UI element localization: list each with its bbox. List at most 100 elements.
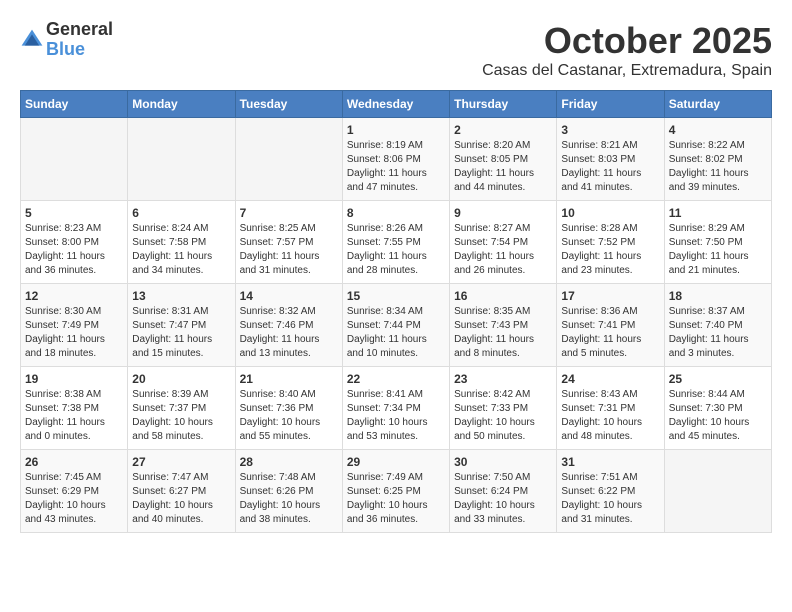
calendar-cell [21,118,128,201]
day-info: Sunrise: 8:22 AM Sunset: 8:02 PM Dayligh… [669,139,767,195]
day-number: 17 [561,289,659,303]
calendar-cell: 15 Sunrise: 8:34 AM Sunset: 7:44 PM Dayli… [342,284,449,367]
header-tuesday: Tuesday [235,91,342,118]
day-number: 13 [132,289,230,303]
calendar-cell: 31 Sunrise: 7:51 AM Sunset: 6:22 PM Dayli… [557,450,664,533]
calendar-cell: 22 Sunrise: 8:41 AM Sunset: 7:34 PM Dayli… [342,367,449,450]
calendar-cell: 10 Sunrise: 8:28 AM Sunset: 7:52 PM Dayli… [557,201,664,284]
day-info: Sunrise: 8:28 AM Sunset: 7:52 PM Dayligh… [561,222,659,278]
calendar-cell: 7 Sunrise: 8:25 AM Sunset: 7:57 PM Daylig… [235,201,342,284]
calendar-cell [664,450,771,533]
day-number: 6 [132,206,230,220]
day-number: 31 [561,455,659,469]
day-info: Sunrise: 8:37 AM Sunset: 7:40 PM Dayligh… [669,305,767,361]
header-friday: Friday [557,91,664,118]
calendar-cell: 9 Sunrise: 8:27 AM Sunset: 7:54 PM Daylig… [450,201,557,284]
day-info: Sunrise: 8:30 AM Sunset: 7:49 PM Dayligh… [25,305,123,361]
day-info: Sunrise: 8:32 AM Sunset: 7:46 PM Dayligh… [240,305,338,361]
day-number: 12 [25,289,123,303]
calendar-cell: 19Sunrise: 8:38 AM Sunset: 7:38 PM Dayli… [21,367,128,450]
day-number: 19 [25,372,123,386]
day-info: Sunrise: 8:31 AM Sunset: 7:47 PM Dayligh… [132,305,230,361]
day-info: Sunrise: 7:45 AM Sunset: 6:29 PM Dayligh… [25,471,123,527]
calendar-week-row: 1 Sunrise: 8:19 AM Sunset: 8:06 PM Daylig… [21,118,772,201]
logo-text: General Blue [46,20,113,60]
day-number: 8 [347,206,445,220]
calendar-cell: 5 Sunrise: 8:23 AM Sunset: 8:00 PM Daylig… [21,201,128,284]
day-number: 30 [454,455,552,469]
calendar-cell: 20 Sunrise: 8:39 AM Sunset: 7:37 PM Dayli… [128,367,235,450]
day-info: Sunrise: 8:24 AM Sunset: 7:58 PM Dayligh… [132,222,230,278]
day-info: Sunrise: 8:27 AM Sunset: 7:54 PM Dayligh… [454,222,552,278]
day-info: Sunrise: 8:23 AM Sunset: 8:00 PM Dayligh… [25,222,123,278]
calendar-cell: 17 Sunrise: 8:36 AM Sunset: 7:41 PM Dayli… [557,284,664,367]
header-sunday: Sunday [21,91,128,118]
day-info: Sunrise: 8:21 AM Sunset: 8:03 PM Dayligh… [561,139,659,195]
title-section: October 2025 Casas del Castanar, Extrema… [482,20,772,80]
day-number: 20 [132,372,230,386]
calendar-cell: 27Sunrise: 7:47 AM Sunset: 6:27 PM Dayli… [128,450,235,533]
calendar-cell: 18 Sunrise: 8:37 AM Sunset: 7:40 PM Dayli… [664,284,771,367]
day-number: 5 [25,206,123,220]
calendar-cell: 21Sunrise: 8:40 AM Sunset: 7:36 PM Dayli… [235,367,342,450]
day-number: 16 [454,289,552,303]
calendar-table: SundayMondayTuesdayWednesdayThursdayFrid… [20,90,772,533]
day-number: 25 [669,372,767,386]
calendar-week-row: 12 Sunrise: 8:30 AM Sunset: 7:49 PM Dayli… [21,284,772,367]
day-number: 29 [347,455,445,469]
header-thursday: Thursday [450,91,557,118]
calendar-cell: 16 Sunrise: 8:35 AM Sunset: 7:43 PM Dayli… [450,284,557,367]
calendar-cell: 28 Sunrise: 7:48 AM Sunset: 6:26 PM Dayli… [235,450,342,533]
day-info: Sunrise: 8:20 AM Sunset: 8:05 PM Dayligh… [454,139,552,195]
calendar-week-row: 19Sunrise: 8:38 AM Sunset: 7:38 PM Dayli… [21,367,772,450]
day-info: Sunrise: 8:19 AM Sunset: 8:06 PM Dayligh… [347,139,445,195]
logo-icon [20,28,44,52]
calendar-cell: 8Sunrise: 8:26 AM Sunset: 7:55 PM Daylig… [342,201,449,284]
calendar-week-row: 26 Sunrise: 7:45 AM Sunset: 6:29 PM Dayli… [21,450,772,533]
header-wednesday: Wednesday [342,91,449,118]
calendar-cell: 23Sunrise: 8:42 AM Sunset: 7:33 PM Dayli… [450,367,557,450]
day-info: Sunrise: 8:36 AM Sunset: 7:41 PM Dayligh… [561,305,659,361]
day-info: Sunrise: 8:41 AM Sunset: 7:34 PM Dayligh… [347,388,445,444]
calendar-cell: 1 Sunrise: 8:19 AM Sunset: 8:06 PM Daylig… [342,118,449,201]
day-info: Sunrise: 8:34 AM Sunset: 7:44 PM Dayligh… [347,305,445,361]
day-number: 10 [561,206,659,220]
page-header: General Blue October 2025 Casas del Cast… [20,20,772,80]
day-info: Sunrise: 8:40 AM Sunset: 7:36 PM Dayligh… [240,388,338,444]
day-number: 22 [347,372,445,386]
day-info: Sunrise: 8:35 AM Sunset: 7:43 PM Dayligh… [454,305,552,361]
day-number: 23 [454,372,552,386]
calendar-cell: 4 Sunrise: 8:22 AM Sunset: 8:02 PM Daylig… [664,118,771,201]
day-info: Sunrise: 7:49 AM Sunset: 6:25 PM Dayligh… [347,471,445,527]
header-monday: Monday [128,91,235,118]
day-number: 9 [454,206,552,220]
calendar-cell: 30 Sunrise: 7:50 AM Sunset: 6:24 PM Dayli… [450,450,557,533]
day-number: 26 [25,455,123,469]
day-info: Sunrise: 7:48 AM Sunset: 6:26 PM Dayligh… [240,471,338,527]
day-number: 3 [561,123,659,137]
calendar-week-row: 5 Sunrise: 8:23 AM Sunset: 8:00 PM Daylig… [21,201,772,284]
day-number: 18 [669,289,767,303]
day-info: Sunrise: 8:25 AM Sunset: 7:57 PM Dayligh… [240,222,338,278]
calendar-cell: 13 Sunrise: 8:31 AM Sunset: 7:47 PM Dayli… [128,284,235,367]
location-title: Casas del Castanar, Extremadura, Spain [482,62,772,80]
day-number: 1 [347,123,445,137]
header-saturday: Saturday [664,91,771,118]
day-number: 4 [669,123,767,137]
day-info: Sunrise: 8:39 AM Sunset: 7:37 PM Dayligh… [132,388,230,444]
day-number: 2 [454,123,552,137]
calendar-header-row: SundayMondayTuesdayWednesdayThursdayFrid… [21,91,772,118]
day-info: Sunrise: 8:43 AM Sunset: 7:31 PM Dayligh… [561,388,659,444]
day-number: 28 [240,455,338,469]
calendar-cell: 2 Sunrise: 8:20 AM Sunset: 8:05 PM Daylig… [450,118,557,201]
calendar-cell [235,118,342,201]
day-info: Sunrise: 7:51 AM Sunset: 6:22 PM Dayligh… [561,471,659,527]
day-number: 15 [347,289,445,303]
calendar-cell: 14Sunrise: 8:32 AM Sunset: 7:46 PM Dayli… [235,284,342,367]
day-info: Sunrise: 7:50 AM Sunset: 6:24 PM Dayligh… [454,471,552,527]
day-number: 11 [669,206,767,220]
day-number: 7 [240,206,338,220]
calendar-cell [128,118,235,201]
day-number: 27 [132,455,230,469]
calendar-cell: 26 Sunrise: 7:45 AM Sunset: 6:29 PM Dayli… [21,450,128,533]
